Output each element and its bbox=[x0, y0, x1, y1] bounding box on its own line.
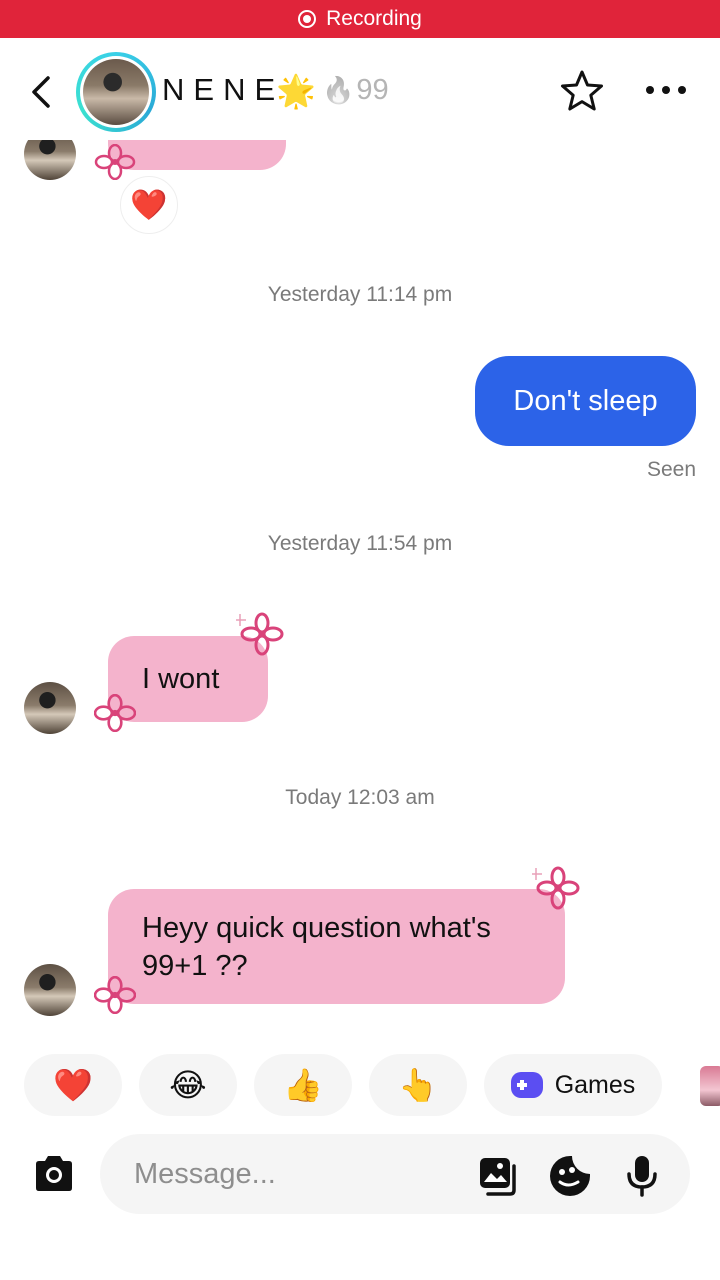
chevron-left-icon bbox=[32, 76, 50, 108]
timestamp: Yesterday 11:14 pm bbox=[267, 283, 453, 306]
timestamp: Yesterday 11:54 pm bbox=[267, 532, 453, 555]
streak-count: 99 bbox=[356, 74, 389, 106]
games-label: Games bbox=[554, 1070, 636, 1099]
games-button[interactable]: Games bbox=[484, 1054, 662, 1116]
flower-sticker-icon bbox=[532, 866, 580, 910]
sender-avatar[interactable] bbox=[24, 682, 76, 734]
profile-avatar[interactable] bbox=[76, 52, 156, 132]
dot bbox=[678, 86, 686, 94]
flower-sticker-icon bbox=[94, 144, 136, 180]
seen-status: Seen bbox=[646, 458, 696, 481]
record-icon bbox=[298, 10, 317, 28]
chat-header: NENE 🌟 🔥 99 bbox=[0, 38, 720, 140]
sticker-icon[interactable] bbox=[548, 1154, 592, 1198]
point-up-reaction-button[interactable]: 👆 bbox=[369, 1054, 467, 1116]
thumbs-up-reaction-button[interactable]: 👍 bbox=[254, 1054, 352, 1116]
sent-message-bubble[interactable]: Don't sleep bbox=[475, 356, 696, 446]
dot bbox=[646, 86, 654, 94]
sender-avatar[interactable] bbox=[24, 964, 76, 1016]
flower-sticker-icon bbox=[236, 612, 284, 656]
avatar-photo bbox=[83, 59, 149, 125]
favorite-star-button[interactable] bbox=[558, 68, 606, 116]
message-input[interactable] bbox=[134, 1134, 464, 1214]
message-composer bbox=[0, 1130, 720, 1220]
flower-sticker-icon bbox=[94, 694, 136, 732]
contact-name[interactable]: NENE bbox=[162, 72, 284, 108]
flower-sticker-icon bbox=[94, 976, 136, 1014]
received-message-text: Heyy quick question what's bbox=[142, 912, 491, 944]
star-emoji: 🌟 bbox=[276, 73, 316, 109]
back-button[interactable] bbox=[22, 72, 62, 112]
gamepad-icon bbox=[510, 1072, 543, 1098]
dot bbox=[662, 86, 670, 94]
timestamp: Today 12:03 am bbox=[285, 786, 435, 809]
message-field bbox=[100, 1134, 690, 1214]
sticker-thumbnail[interactable] bbox=[700, 1066, 720, 1106]
received-message-bubble[interactable]: Heyy quick question what's 99+1 ?? bbox=[108, 889, 565, 1004]
received-message-text: 99+1 ?? bbox=[142, 950, 248, 982]
streak-indicator: 🔥 99 bbox=[322, 74, 389, 107]
heart-reaction-button[interactable]: ❤️ bbox=[24, 1054, 122, 1116]
received-message-text: I wont bbox=[142, 662, 220, 695]
microphone-icon[interactable] bbox=[620, 1154, 664, 1198]
gallery-icon[interactable] bbox=[476, 1154, 520, 1198]
recording-bar: Recording bbox=[0, 0, 720, 38]
sent-message-text: Don't sleep bbox=[513, 384, 658, 417]
quick-reactions-bar: ❤️ 😂 👍 👆 Games bbox=[0, 1054, 720, 1118]
camera-button[interactable] bbox=[30, 1150, 78, 1198]
recording-label: Recording bbox=[326, 7, 422, 30]
heart-reaction[interactable]: ❤️ bbox=[120, 176, 178, 234]
laugh-reaction-button[interactable]: 😂 bbox=[139, 1054, 237, 1116]
more-options-button[interactable] bbox=[646, 78, 686, 102]
fire-icon: 🔥 bbox=[322, 75, 355, 105]
